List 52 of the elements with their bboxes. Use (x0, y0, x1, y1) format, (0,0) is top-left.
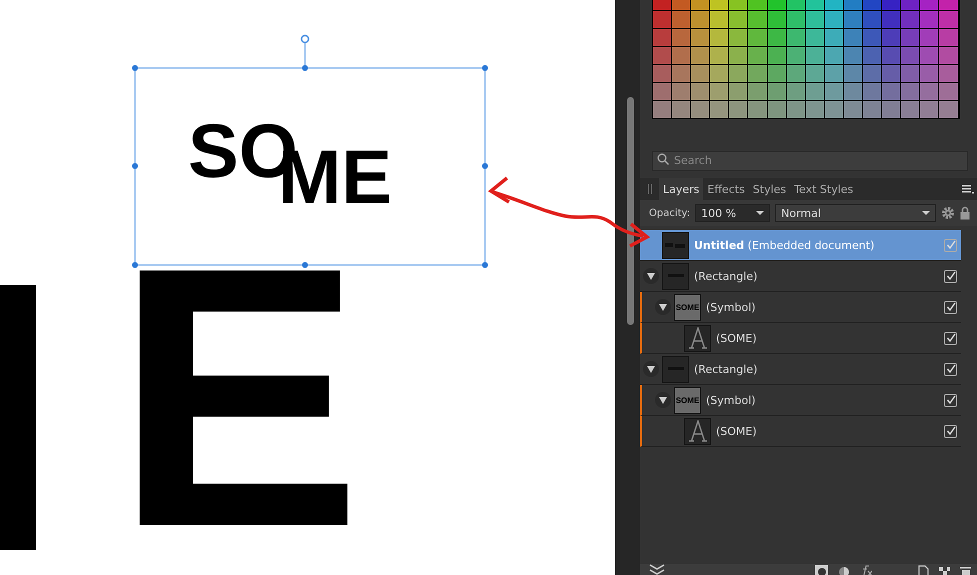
blend-mode-dropdown[interactable]: Normal (775, 204, 936, 222)
layer-row[interactable]: (SOME) (640, 323, 961, 354)
layer-name: (Rectangle) (694, 270, 758, 282)
layer-row[interactable]: (Rectangle) (640, 261, 961, 292)
menu-icon[interactable] (962, 184, 974, 194)
trash-icon[interactable] (960, 565, 971, 575)
layer-thumbnail (662, 356, 689, 382)
gear-icon[interactable] (941, 206, 956, 220)
visibility-checkbox[interactable] (944, 238, 957, 252)
visibility-checkbox[interactable] (944, 362, 957, 376)
expand-toggle-icon[interactable] (643, 361, 659, 377)
visibility-checkbox[interactable] (944, 424, 957, 438)
layer-thumbnail: SOME (674, 294, 701, 320)
layer-row[interactable]: SOME (Symbol) (640, 292, 961, 323)
text-layer-icon (684, 418, 711, 444)
layer-name: (SOME) (716, 424, 758, 438)
layer-name: (Symbol) (706, 300, 757, 314)
scrollbar-thumb[interactable] (627, 97, 634, 325)
layer-name: (SOME) (716, 332, 758, 344)
mask-icon[interactable] (815, 565, 828, 575)
lock-icon[interactable] (960, 206, 970, 220)
layer-row[interactable]: (Rectangle) (640, 354, 961, 385)
search-icon (657, 153, 669, 165)
color-swatch-grid[interactable] (652, 0, 960, 119)
search-field[interactable]: Search (652, 150, 968, 170)
layer-row[interactable]: (SOME) (640, 416, 961, 447)
drag-handle-icon[interactable] (647, 183, 653, 195)
panel-tab[interactable]: Styles (748, 178, 790, 200)
checkerboard-icon[interactable] (938, 565, 950, 575)
visibility-checkbox[interactable] (944, 332, 957, 344)
expand-toggle-icon[interactable] (643, 268, 659, 284)
text-layer-icon (684, 324, 711, 352)
layer-thumbnail (662, 232, 689, 258)
large-letter: E (115, 213, 362, 575)
opacity-dropdown[interactable]: 100 % (695, 204, 770, 222)
layer-thumbnail: SOME (674, 386, 701, 414)
expand-toggle-icon[interactable] (655, 392, 671, 408)
layer-name: Untitled (Embedded document) (694, 238, 876, 252)
visibility-checkbox[interactable] (944, 270, 957, 282)
layer-thumbnail (662, 262, 689, 290)
document-icon[interactable] (918, 565, 929, 575)
panel-tab[interactable]: Text Styles (790, 178, 858, 200)
layer-row[interactable]: SOME (Symbol) (640, 385, 961, 416)
visibility-checkbox[interactable] (944, 300, 957, 314)
collapse-icon[interactable] (648, 564, 665, 575)
layer-name: (Symbol) (706, 394, 757, 406)
opacity-label: Opacity: (649, 208, 690, 218)
panel-tab[interactable]: Effects (703, 178, 749, 200)
layer-name: (Rectangle) (694, 362, 758, 376)
panel-tab[interactable]: Layers (659, 178, 704, 200)
visibility-checkbox[interactable] (944, 394, 957, 406)
expand-toggle-icon[interactable] (655, 299, 671, 315)
